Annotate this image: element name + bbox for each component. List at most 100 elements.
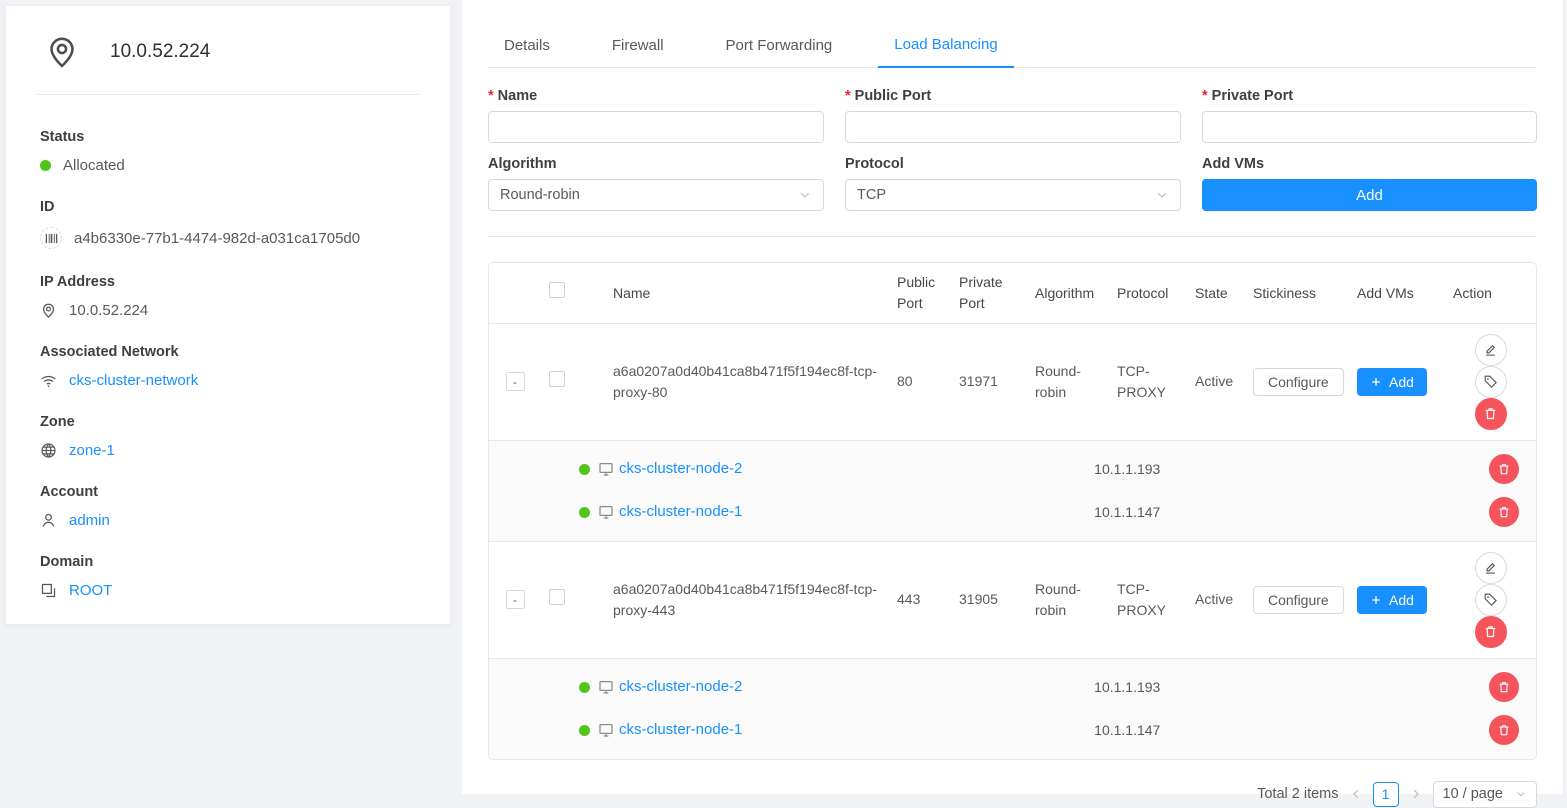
zone-link[interactable]: zone-1 bbox=[69, 442, 115, 459]
add-vms-button[interactable]: Add bbox=[1357, 586, 1427, 614]
tag-rule-button[interactable] bbox=[1475, 584, 1507, 616]
column-header-add-vms: Add VMs bbox=[1349, 263, 1445, 323]
trash-icon bbox=[1497, 723, 1511, 737]
algorithm-select[interactable]: Round-robin bbox=[488, 179, 824, 211]
ip-address-section: IP Address 10.0.52.224 bbox=[40, 274, 420, 319]
public-port-input[interactable] bbox=[845, 111, 1181, 143]
assigned-vm-row: cks-cluster-node-2 10.1.1.193 bbox=[489, 666, 1536, 709]
algorithm-field-label: Algorithm bbox=[488, 156, 556, 172]
remove-vm-button[interactable] bbox=[1489, 672, 1519, 702]
delete-rule-button[interactable] bbox=[1475, 398, 1507, 430]
name-input[interactable] bbox=[488, 111, 824, 143]
domain-section: Domain ROOT bbox=[40, 554, 420, 599]
status-dot bbox=[40, 160, 51, 171]
select-all-checkbox[interactable] bbox=[549, 282, 565, 298]
id-section: ID a4b6330e-77b1-4474-982d-a031ca1705d0 bbox=[40, 199, 420, 249]
configure-stickiness-button[interactable]: Configure bbox=[1253, 586, 1344, 614]
lb-rule-row: - a6a0207a0d40b41ca8b471f5f194ec8f-tcp-p… bbox=[489, 541, 1536, 658]
vm-monitor-icon bbox=[598, 504, 614, 520]
chevron-down-icon bbox=[1515, 788, 1527, 800]
tab-bar: Details Firewall Port Forwarding Load Ba… bbox=[488, 28, 1537, 68]
add-vms-button[interactable]: Add bbox=[1357, 368, 1427, 396]
private-port-input[interactable] bbox=[1202, 111, 1537, 143]
required-mark: * bbox=[488, 88, 494, 104]
status-value: Allocated bbox=[63, 157, 125, 174]
page-size-select[interactable]: 10 / page bbox=[1433, 781, 1537, 808]
delete-rule-button[interactable] bbox=[1475, 616, 1507, 648]
edit-pencil-icon bbox=[1483, 560, 1498, 575]
ip-address-label: IP Address bbox=[40, 274, 420, 290]
edit-rule-button[interactable] bbox=[1475, 552, 1507, 584]
rule-public-port: 443 bbox=[889, 541, 951, 658]
public-port-field-label: Public Port bbox=[855, 88, 932, 104]
zone-section: Zone zone-1 bbox=[40, 414, 420, 459]
row-checkbox[interactable] bbox=[549, 371, 565, 387]
protocol-select[interactable]: TCP bbox=[845, 179, 1181, 211]
vm-link[interactable]: cks-cluster-node-1 bbox=[619, 501, 742, 524]
page-size-value: 10 / page bbox=[1443, 786, 1503, 802]
rule-algorithm: Round-robin bbox=[1027, 323, 1109, 440]
associated-network-link[interactable]: cks-cluster-network bbox=[69, 372, 198, 389]
vm-link[interactable]: cks-cluster-node-2 bbox=[619, 458, 742, 481]
rule-protocol: TCP-PROXY bbox=[1109, 323, 1187, 440]
tab-firewall[interactable]: Firewall bbox=[596, 28, 680, 68]
lb-rule-row: - a6a0207a0d40b41ca8b471f5f194ec8f-tcp-p… bbox=[489, 323, 1536, 440]
tab-load-balancing[interactable]: Load Balancing bbox=[878, 28, 1013, 68]
previous-page-icon[interactable] bbox=[1349, 787, 1363, 801]
next-page-icon[interactable] bbox=[1409, 787, 1423, 801]
trash-icon bbox=[1497, 680, 1511, 694]
required-mark: * bbox=[1202, 88, 1208, 104]
table-header-row: Name Public Port Private Port Algorithm … bbox=[489, 263, 1536, 323]
vm-status-dot bbox=[579, 682, 590, 693]
edit-rule-button[interactable] bbox=[1475, 334, 1507, 366]
column-header-algorithm: Algorithm bbox=[1027, 263, 1109, 323]
rule-state: Active bbox=[1187, 323, 1245, 440]
vm-link[interactable]: cks-cluster-node-2 bbox=[619, 676, 742, 699]
tab-details[interactable]: Details bbox=[488, 28, 566, 68]
status-label: Status bbox=[40, 129, 420, 145]
remove-vm-button[interactable] bbox=[1489, 497, 1519, 527]
tab-port-forwarding[interactable]: Port Forwarding bbox=[710, 28, 849, 68]
configure-stickiness-button[interactable]: Configure bbox=[1253, 368, 1344, 396]
vm-monitor-icon bbox=[598, 722, 614, 738]
account-section: Account admin bbox=[40, 484, 420, 529]
tag-icon bbox=[1483, 374, 1498, 389]
trash-icon bbox=[1497, 505, 1511, 519]
vm-status-dot bbox=[579, 725, 590, 736]
protocol-selected-value: TCP bbox=[857, 187, 886, 203]
rule-private-port: 31971 bbox=[951, 323, 1027, 440]
vm-ip: 10.1.1.193 bbox=[1094, 459, 1160, 480]
domain-link[interactable]: ROOT bbox=[69, 582, 112, 599]
plus-icon bbox=[1370, 594, 1382, 606]
rule-name: a6a0207a0d40b41ca8b471f5f194ec8f-tcp-pro… bbox=[585, 541, 889, 658]
add-rule-button[interactable]: Add bbox=[1202, 179, 1537, 211]
trash-icon bbox=[1497, 462, 1511, 476]
rule-state: Active bbox=[1187, 541, 1245, 658]
plus-icon bbox=[1370, 376, 1382, 388]
assigned-vm-row: cks-cluster-node-2 10.1.1.193 bbox=[489, 448, 1536, 491]
remove-vm-button[interactable] bbox=[1489, 715, 1519, 745]
remove-vm-button[interactable] bbox=[1489, 454, 1519, 484]
assigned-vms-section: cks-cluster-node-2 10.1.1.193 cks-cluste… bbox=[489, 440, 1536, 541]
barcode-icon bbox=[40, 227, 62, 249]
collapse-row-button[interactable]: - bbox=[506, 590, 525, 609]
tag-rule-button[interactable] bbox=[1475, 366, 1507, 398]
column-header-public-port: Public Port bbox=[889, 263, 951, 323]
row-checkbox[interactable] bbox=[549, 589, 565, 605]
divider bbox=[488, 236, 1537, 237]
vm-status-dot bbox=[579, 464, 590, 475]
assigned-vm-row: cks-cluster-node-1 10.1.1.147 bbox=[489, 709, 1536, 752]
pagination: Total 2 items 1 10 / page bbox=[488, 781, 1537, 808]
account-link[interactable]: admin bbox=[69, 512, 110, 529]
vm-ip: 10.1.1.147 bbox=[1094, 720, 1160, 741]
location-pin-icon bbox=[44, 34, 80, 70]
vm-monitor-icon bbox=[598, 461, 614, 477]
page-title: 10.0.52.224 bbox=[110, 41, 210, 63]
chevron-down-icon bbox=[1155, 188, 1169, 202]
associated-network-label: Associated Network bbox=[40, 344, 420, 360]
collapse-row-button[interactable]: - bbox=[506, 372, 525, 391]
page-number-button[interactable]: 1 bbox=[1373, 782, 1399, 807]
add-lb-rule-form: *Name *Public Port *Private Port Algorit… bbox=[488, 88, 1537, 211]
rule-algorithm: Round-robin bbox=[1027, 541, 1109, 658]
vm-link[interactable]: cks-cluster-node-1 bbox=[619, 719, 742, 742]
